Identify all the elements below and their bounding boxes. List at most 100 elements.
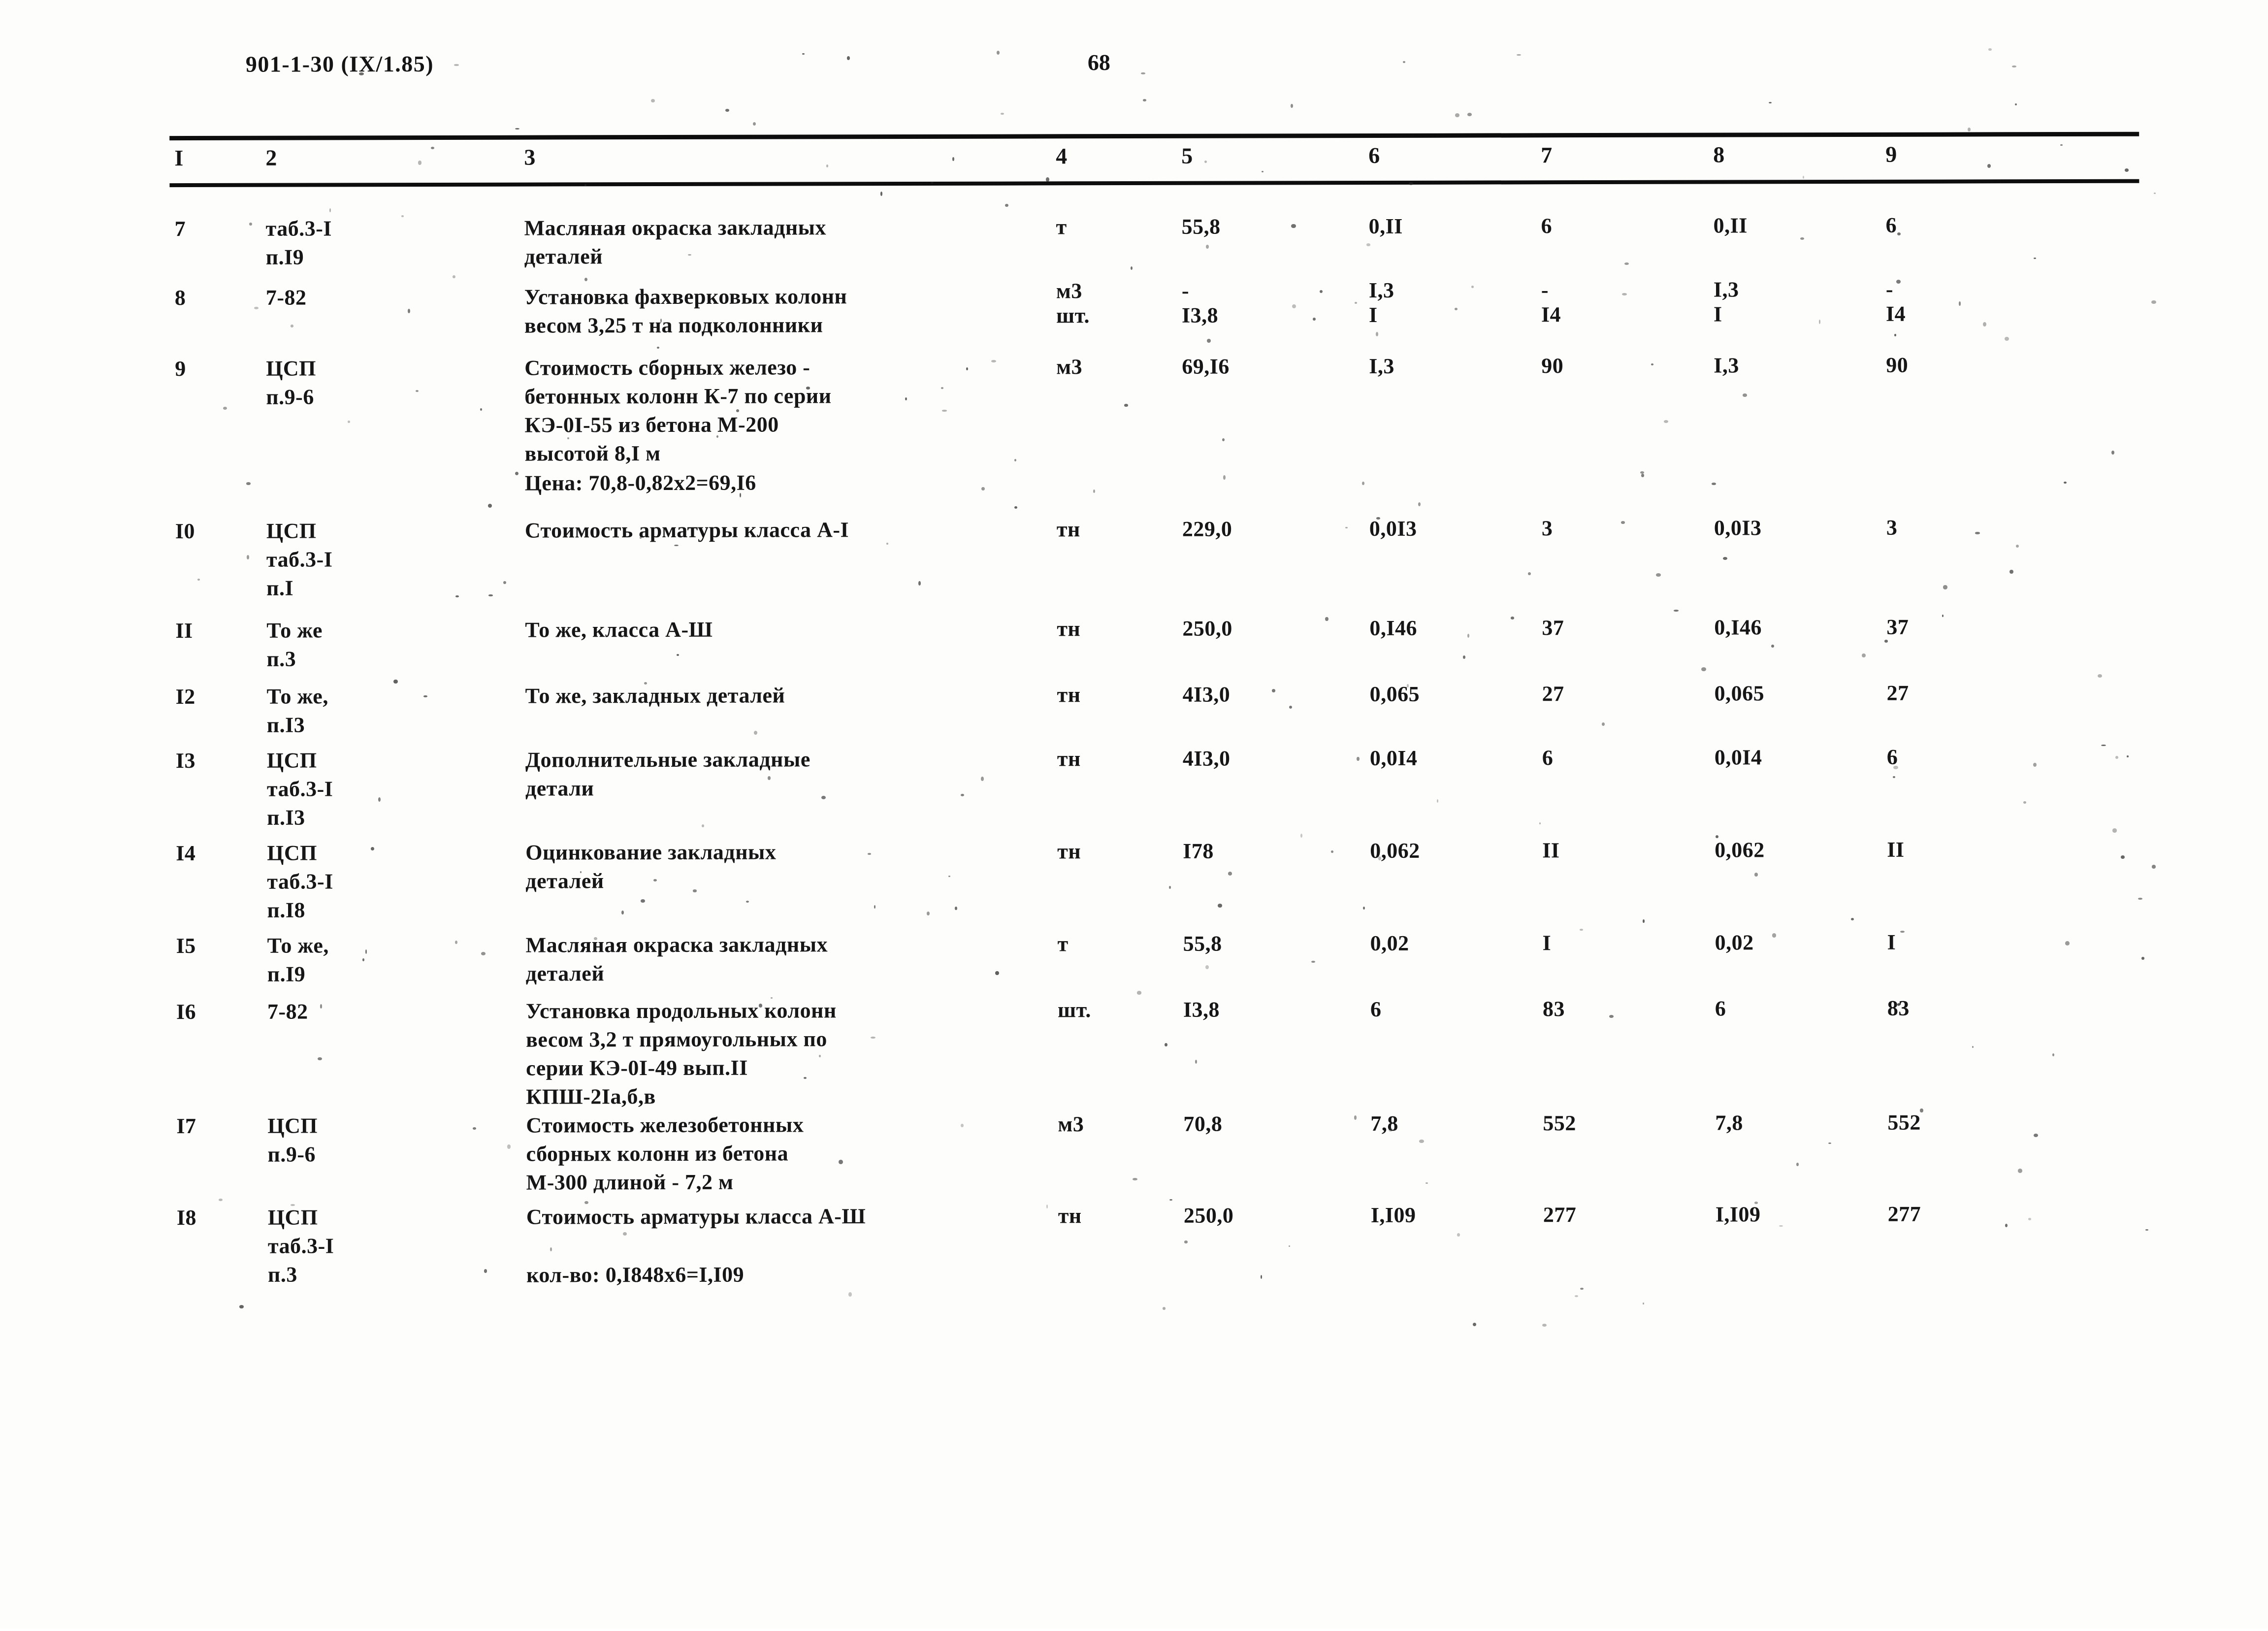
table-row: 9 [175, 357, 186, 381]
row-col5: 250,0 [1183, 1203, 1234, 1228]
row-col6: 0,02 [1370, 931, 1409, 955]
row-col5: - I3,8 [1182, 278, 1295, 329]
page-number: 68 [1087, 50, 1110, 75]
column-header-3: 3 [524, 144, 536, 170]
row-col5-denominator: I3,8 [1181, 303, 1219, 327]
row-reference: ЦСП таб.3-I п.I8 [267, 841, 333, 922]
table-row: I4 [176, 841, 196, 866]
row-unit: т [1057, 932, 1069, 956]
row-col8: 6 [1715, 996, 1726, 1021]
row-col8: I,3 [1714, 353, 1739, 378]
row-col9: 6 [1885, 213, 1897, 237]
row-col6: 0,0I3 [1369, 516, 1417, 541]
column-header-7: 7 [1541, 142, 1553, 168]
row-unit: м3 шт. [1056, 279, 1140, 330]
row-description: Установка фахверковых колонн весом 3,25 … [524, 284, 847, 338]
row-reference: То же п.3 [266, 618, 323, 671]
row-description: Стоимость арматуры класса А-I [524, 518, 849, 543]
row-col7: 6 [1542, 746, 1554, 770]
row-col5: 4I3,0 [1182, 746, 1231, 771]
row-col5: 55,8 [1181, 214, 1221, 239]
row-description: Стоимость арматуры класса А-Ш [526, 1204, 866, 1229]
row-description: Масляная окраска закладных деталей [525, 932, 828, 986]
row-unit: тн [1057, 839, 1081, 864]
row-col9: 6 [1886, 745, 1898, 769]
row-reference: ЦСП п.9-6 [266, 356, 316, 409]
row-col9: 90 [1886, 353, 1909, 377]
table-row: 7 [174, 217, 186, 241]
row-col8: I,I09 [1715, 1202, 1761, 1227]
row-reference: ЦСП п.9-6 [267, 1113, 318, 1167]
row-col5: I78 [1183, 839, 1214, 863]
row-col9: 83 [1887, 996, 1910, 1020]
row-col9: 277 [1887, 1202, 1921, 1226]
row-col8-denominator: I [1713, 302, 1722, 326]
row-unit: тн [1056, 517, 1080, 542]
row-unit-numerator: м3 [1056, 279, 1082, 303]
row-description: То же, закладных деталей [525, 683, 785, 708]
row-col6: I,3 [1369, 354, 1394, 379]
row-col5: 250,0 [1182, 616, 1232, 641]
row-unit: тн [1057, 747, 1081, 771]
row-col6: 0,I46 [1369, 616, 1417, 640]
row-col9-denominator: I4 [1885, 301, 1906, 326]
row-col5: 229,0 [1182, 517, 1232, 541]
table-row: I7 [176, 1113, 196, 1139]
row-col7: - I4 [1541, 278, 1650, 329]
row-description: Дополнительные закладные детали [525, 747, 810, 801]
table-header-rule [169, 179, 2139, 188]
row-description: Установка продольных колонн весом 3,2 т … [525, 998, 837, 1109]
column-header-9: 9 [1885, 141, 1897, 167]
row-description: Стоимость железобетонных сборных колонн … [526, 1112, 804, 1195]
table-row: I0 [175, 519, 195, 544]
table-row: I5 [176, 933, 196, 958]
row-reference: 7-82 [265, 285, 307, 310]
row-reference: ЦСП таб.3-I п.3 [267, 1205, 334, 1287]
table-row: I3 [175, 748, 196, 773]
row-col7: I [1542, 931, 1552, 955]
row-col6: 7,8 [1370, 1111, 1398, 1136]
row-unit-denominator: шт. [1056, 303, 1090, 328]
row-col7-denominator: I4 [1541, 302, 1561, 327]
row-col6: 0,II [1368, 214, 1403, 239]
row-col8: 0,02 [1715, 930, 1754, 955]
data-table: I 2 3 4 5 6 7 8 9 7 таб.3-I п.I9 Масляна… [0, 0, 2268, 1287]
row-col9: 552 [1887, 1110, 1921, 1135]
row-col6: 6 [1370, 997, 1382, 1021]
row-reference: То же, п.I9 [267, 933, 329, 986]
row-col8: 0,0I3 [1714, 516, 1762, 540]
row-reference: таб.3-I п.I9 [265, 216, 332, 269]
column-header-5: 5 [1181, 143, 1193, 168]
row-col5: 55,8 [1183, 931, 1222, 956]
row-note-price: Цена: 70,8-0,82х2=69,I6 [524, 470, 756, 495]
row-col8: 0,I46 [1714, 615, 1762, 640]
row-reference: То же, п.I3 [266, 684, 328, 737]
column-header-1: I [174, 145, 184, 171]
table-row: II [175, 619, 193, 643]
row-description: То же, класса А-Ш [525, 617, 713, 642]
row-col7: II [1542, 838, 1560, 863]
row-unit: тн [1057, 617, 1081, 641]
row-col8: 0,0I4 [1714, 745, 1762, 770]
row-col8-numerator: I,3 [1713, 277, 1739, 302]
row-col5: 4I3,0 [1182, 682, 1231, 707]
row-col5: 70,8 [1183, 1111, 1223, 1136]
row-col6: I,I09 [1370, 1203, 1416, 1227]
row-description: Масляная окраска закладных деталей [524, 215, 827, 269]
column-header-8: 8 [1713, 142, 1725, 167]
row-col8: 0,062 [1715, 838, 1765, 862]
row-reference: 7-82 [267, 999, 308, 1024]
row-col9: 27 [1886, 681, 1909, 705]
row-col9: - I4 [1886, 277, 1994, 328]
row-description: Оцинкование закладных деталей [525, 840, 777, 893]
row-col8: I,3 I [1714, 277, 1837, 329]
row-col6: I,3 I [1369, 278, 1492, 329]
row-unit: м3 [1056, 355, 1083, 379]
column-header-6: 6 [1368, 142, 1380, 168]
row-col7: 90 [1541, 354, 1564, 378]
table-top-rule [169, 131, 2139, 141]
row-unit: тн [1058, 1204, 1082, 1228]
row-reference: ЦСП таб.3-I п.I [266, 519, 333, 600]
row-col6: 0,062 [1370, 838, 1420, 863]
row-col5: I3,8 [1183, 997, 1220, 1022]
